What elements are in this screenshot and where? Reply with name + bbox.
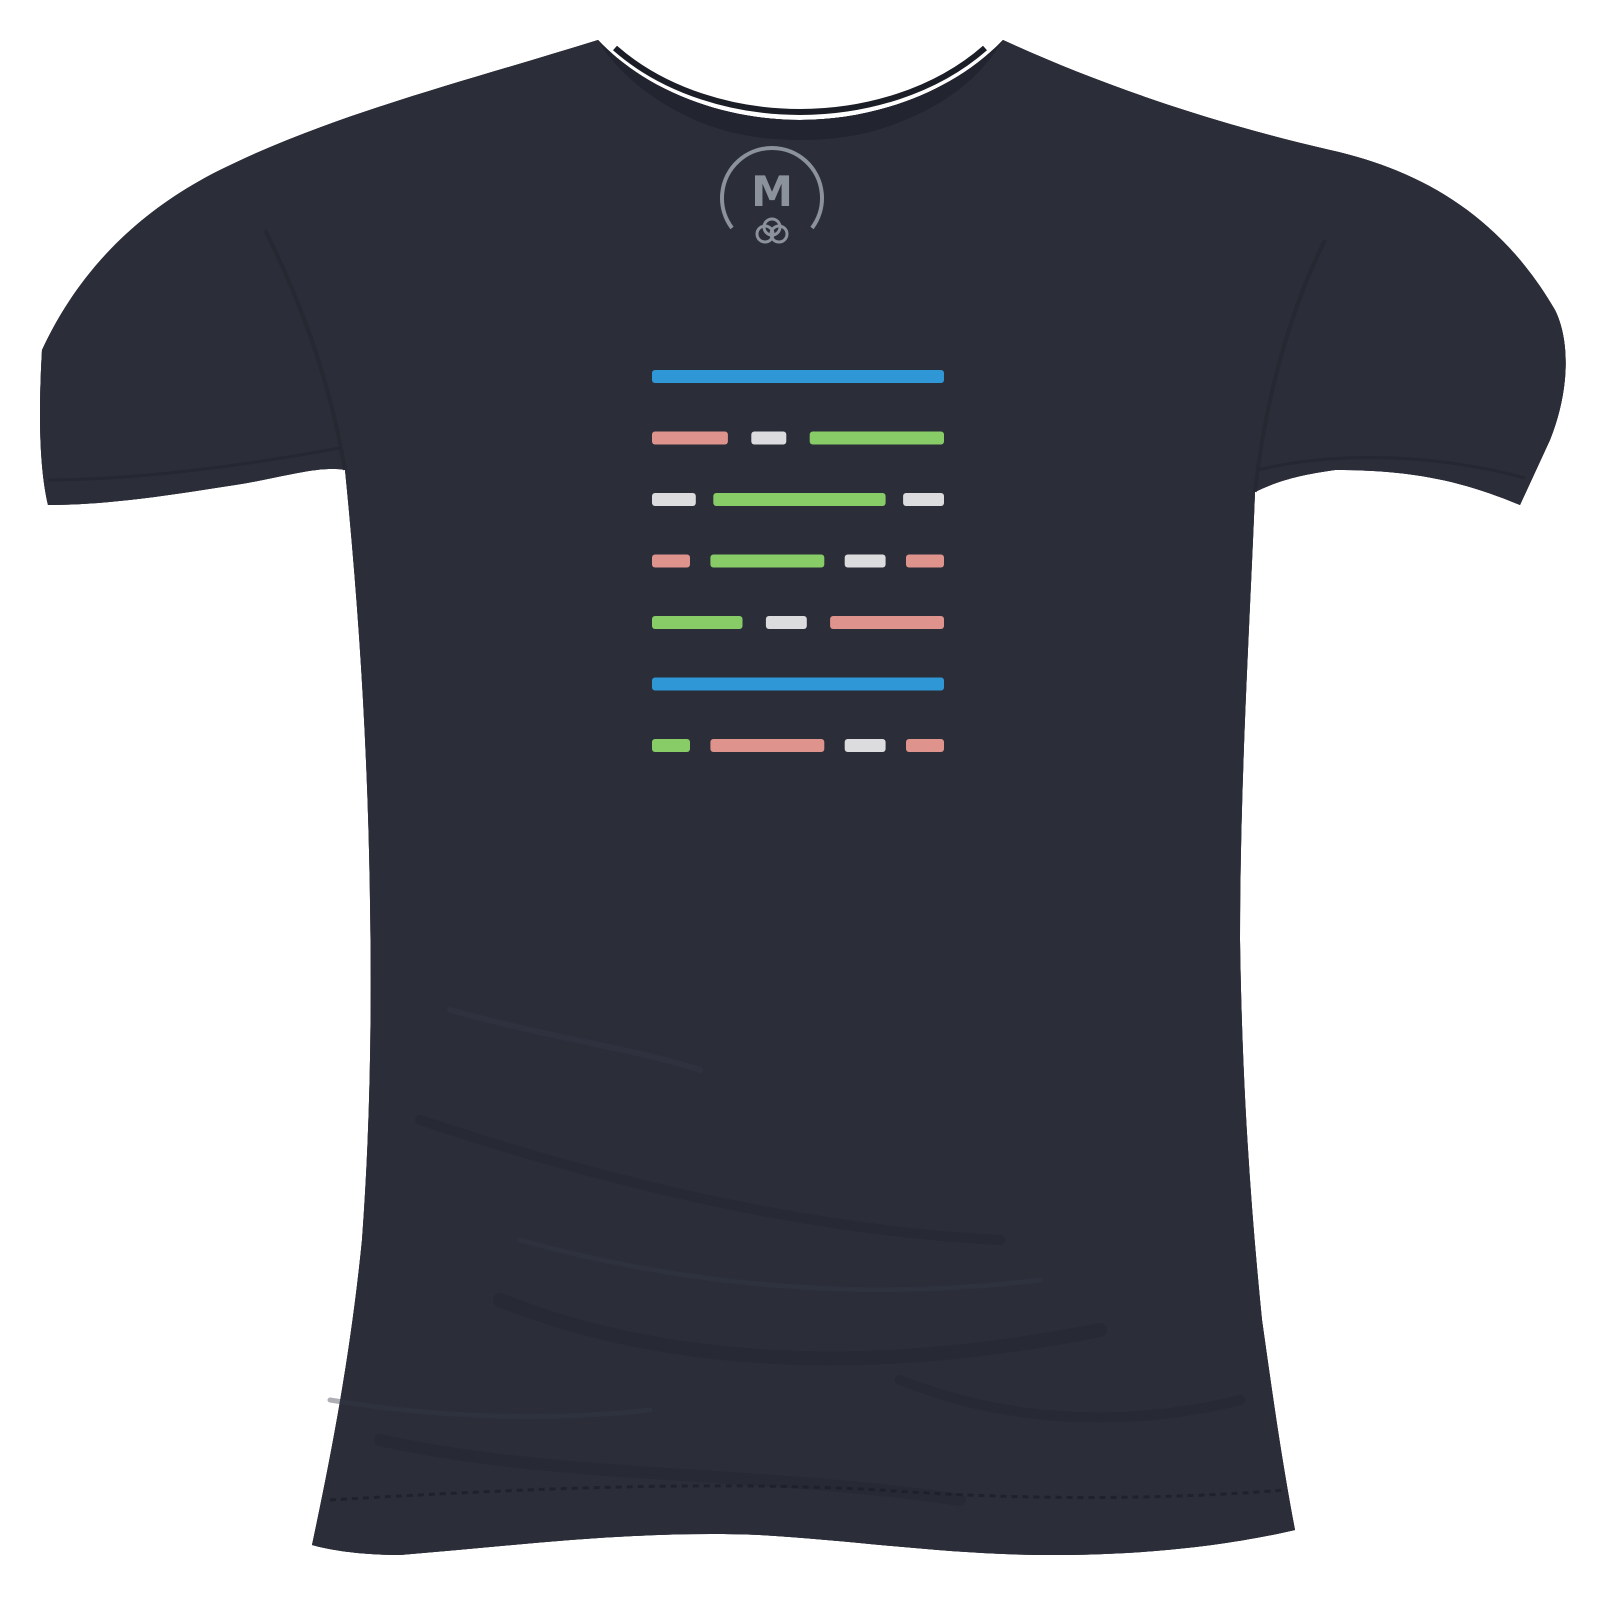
- print-dash-green: [809, 431, 944, 445]
- print-dash-green: [652, 616, 743, 629]
- print-dash-pink: [906, 554, 944, 568]
- fabric-shading: [40, 40, 1566, 1555]
- print-dash-pink: [906, 739, 944, 752]
- print-dash-green: [652, 739, 690, 752]
- print-dash-pink: [830, 616, 944, 629]
- print-dash-white: [844, 554, 886, 568]
- print-dash-white: [903, 493, 944, 506]
- tshirt-illustration: M: [40, 40, 1566, 1555]
- print-dash-pink: [652, 431, 728, 445]
- tshirt: [40, 40, 1566, 1555]
- print-dash-white: [844, 739, 886, 752]
- print-dash-blue: [652, 677, 944, 691]
- print-dash-white: [765, 616, 807, 629]
- product-photo: M: [0, 0, 1600, 1600]
- print-dash-blue: [652, 370, 944, 383]
- print-dash-white: [652, 493, 696, 506]
- logo-letter: M: [751, 167, 793, 216]
- print-dash-white: [751, 431, 787, 445]
- print-dash-pink: [710, 739, 825, 752]
- print-dash-green: [710, 554, 825, 568]
- print-dash-green: [713, 493, 886, 506]
- print-dash-pink: [652, 554, 690, 568]
